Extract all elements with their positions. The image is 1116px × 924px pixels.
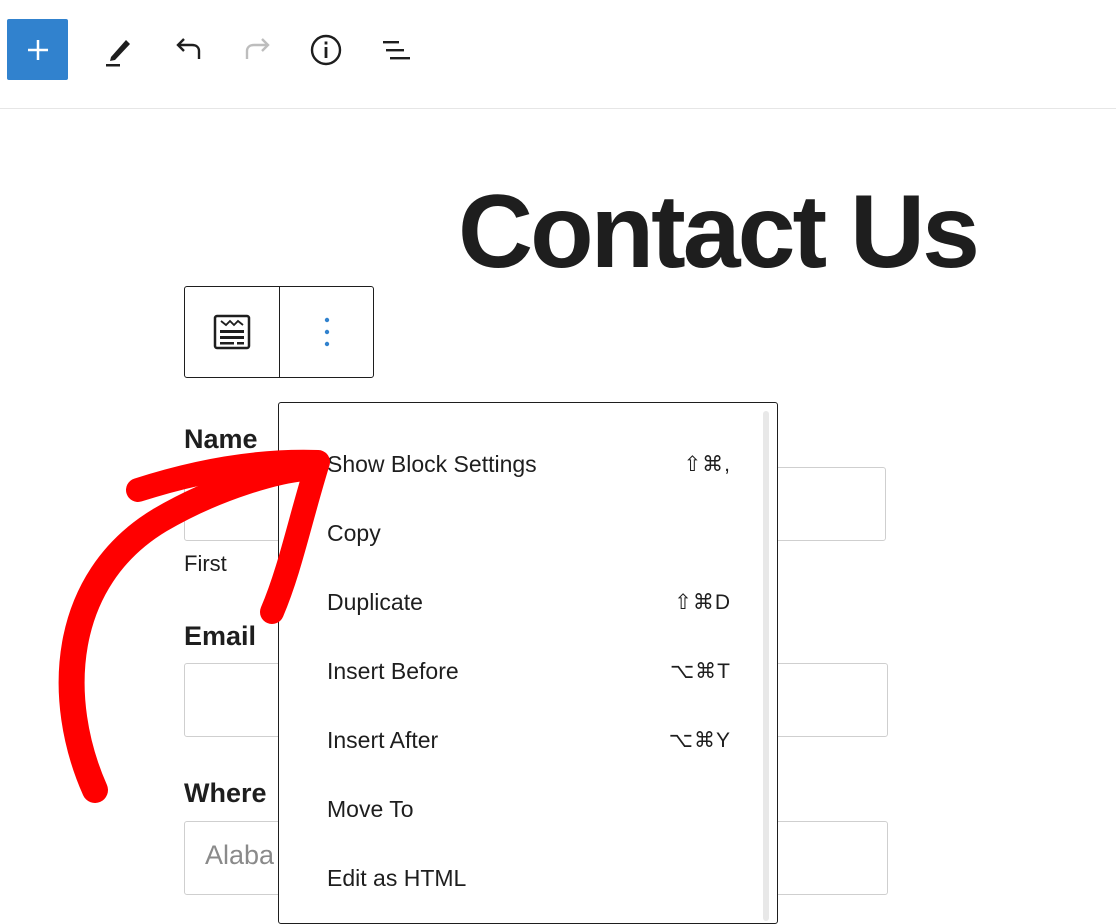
menu-item-insert-after[interactable]: Insert After ⌥⌘Y xyxy=(327,718,731,762)
menu-item-edit-as-html[interactable]: Edit as HTML xyxy=(327,856,731,900)
menu-item-move-to[interactable]: Move To xyxy=(327,787,731,831)
menu-item-shortcut: ⌥⌘Y xyxy=(668,728,731,752)
menu-item-label: Edit as HTML xyxy=(327,864,467,891)
edit-tool-button[interactable] xyxy=(96,30,140,70)
menu-item-label: Insert Before xyxy=(327,657,459,684)
details-button[interactable] xyxy=(304,30,348,70)
block-inserter-button[interactable] xyxy=(7,19,68,80)
menu-item-label: Show Block Settings xyxy=(327,450,537,477)
menu-item-shortcut: ⌥⌘T xyxy=(669,659,731,683)
menu-item-shortcut: ⇧⌘, xyxy=(683,452,731,476)
editor-toolbar xyxy=(0,0,1116,109)
where-field-label: Where xyxy=(184,778,267,808)
pencil-icon xyxy=(106,40,130,67)
menu-item-copy[interactable]: Copy xyxy=(327,511,731,555)
email-field-label: Email xyxy=(184,621,257,651)
menu-item-insert-before[interactable]: Insert Before ⌥⌘T xyxy=(327,649,731,693)
redo-button[interactable] xyxy=(236,30,280,70)
block-toolbar xyxy=(184,286,374,378)
name-field-label: Name xyxy=(184,424,258,454)
menu-item-show-block-settings[interactable]: Show Block Settings ⇧⌘, xyxy=(327,442,731,486)
info-icon xyxy=(310,34,342,66)
undo-button[interactable] xyxy=(166,30,210,70)
menu-item-label: Duplicate xyxy=(327,588,423,615)
menu-item-shortcut: ⇧⌘D xyxy=(674,590,731,614)
where-select-placeholder: Alaba xyxy=(205,840,275,870)
menu-item-label: Insert After xyxy=(327,726,439,753)
menu-item-label: Copy xyxy=(327,519,381,546)
plus-icon xyxy=(27,39,48,60)
form-block-icon xyxy=(213,314,251,350)
list-view-button[interactable] xyxy=(374,30,418,70)
list-view-icon xyxy=(383,41,410,60)
vertical-ellipsis-icon xyxy=(324,317,329,347)
block-options-menu: Show Block Settings ⇧⌘, Copy Duplicate ⇧… xyxy=(278,402,778,924)
undo-icon xyxy=(176,38,201,59)
menu-scrollbar[interactable] xyxy=(763,411,769,921)
page-title[interactable]: Contact Us xyxy=(458,172,980,292)
block-options-button[interactable] xyxy=(280,287,373,377)
menu-item-label: Move To xyxy=(327,795,414,822)
name-first-sublabel: First xyxy=(184,551,227,576)
menu-item-duplicate[interactable]: Duplicate ⇧⌘D xyxy=(327,580,731,624)
redo-icon xyxy=(245,38,270,59)
block-type-button[interactable] xyxy=(185,287,280,377)
